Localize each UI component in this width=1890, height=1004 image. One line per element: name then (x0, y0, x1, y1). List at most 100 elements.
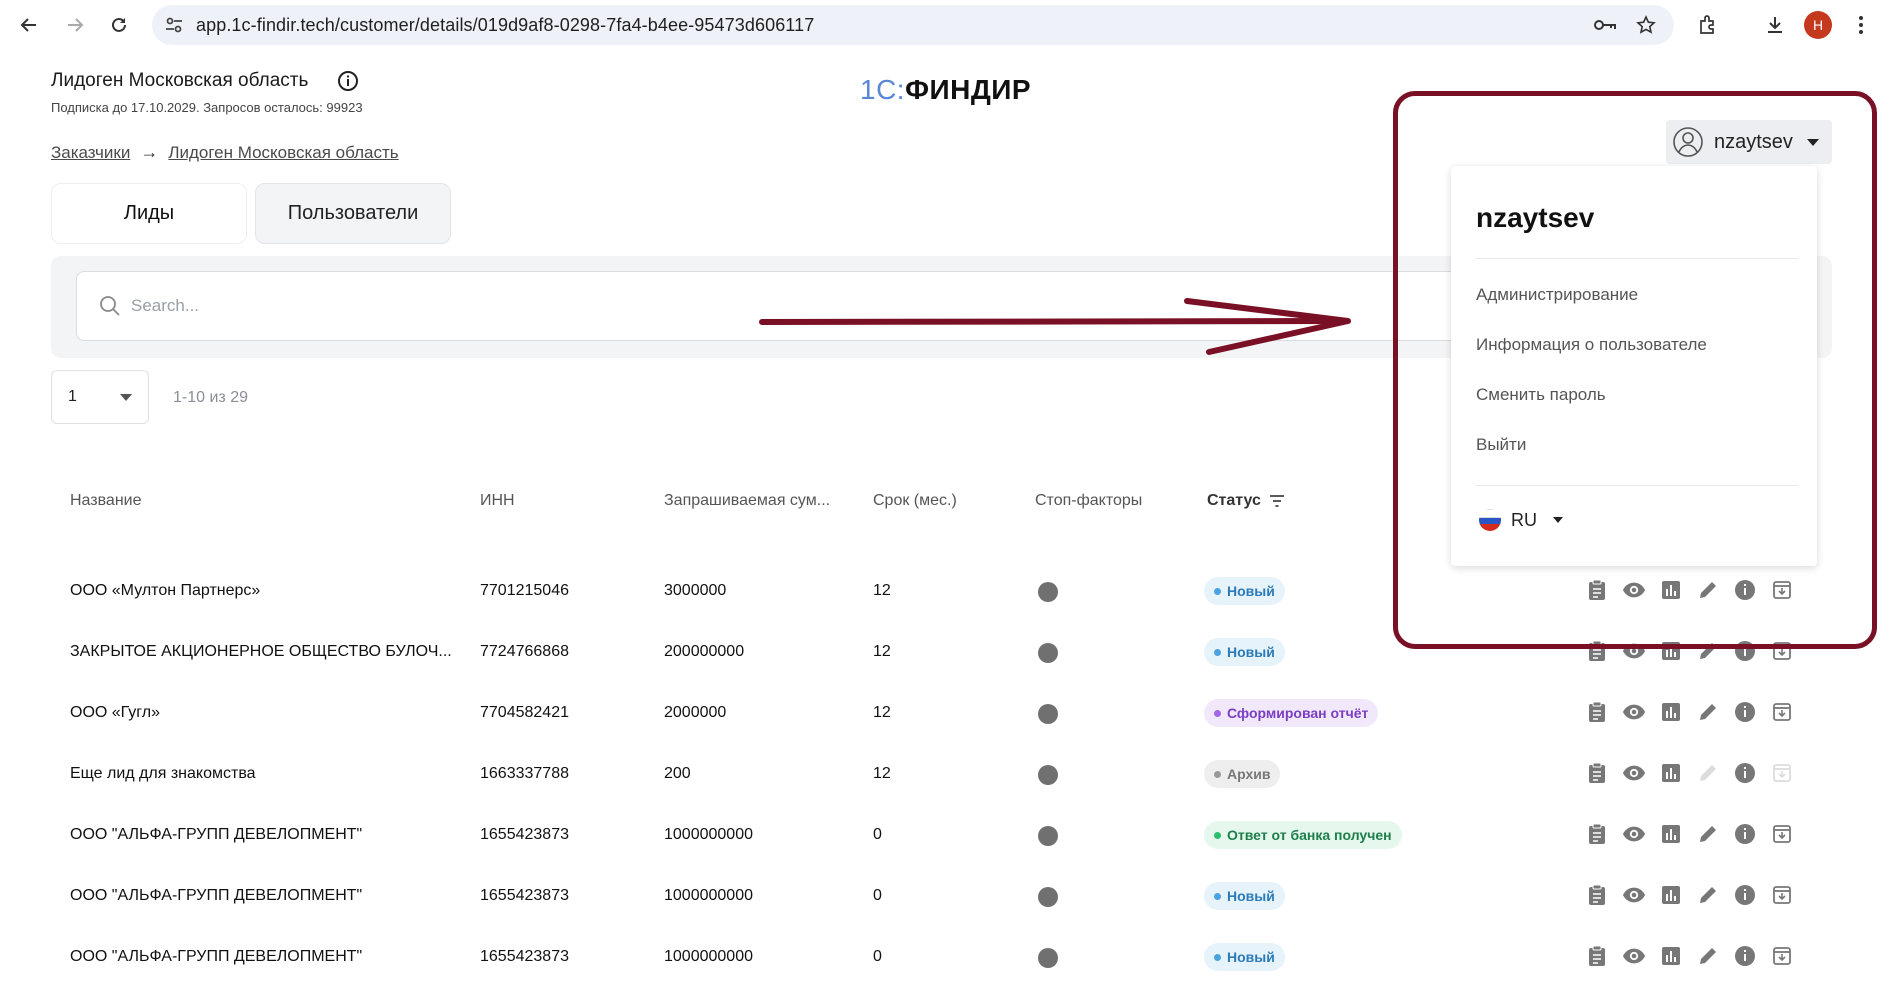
more-menu-icon[interactable] (1846, 10, 1876, 40)
bar-chart-icon[interactable] (1659, 944, 1683, 968)
column-header-status[interactable]: Статус (1207, 492, 1285, 510)
pencil-icon[interactable] (1696, 822, 1720, 846)
clipboard-icon[interactable] (1585, 700, 1609, 724)
tab-leads[interactable]: Лиды (51, 183, 247, 244)
cell-sum: 1000000000 (664, 887, 753, 904)
reload-icon[interactable] (104, 10, 134, 40)
bar-chart-icon[interactable] (1659, 822, 1683, 846)
info-icon[interactable] (1733, 761, 1757, 785)
cell-term: 0 (873, 948, 882, 965)
row-actions (1585, 822, 1794, 846)
eye-icon[interactable] (1622, 700, 1646, 724)
cell-name: ЗАКРЫТОЕ АКЦИОНЕРНОЕ ОБЩЕСТВО БУЛОЧ... (70, 643, 452, 660)
status-badge: Архив (1204, 760, 1281, 788)
cell-term: 12 (873, 765, 891, 782)
tab-users[interactable]: Пользователи (255, 183, 451, 244)
password-key-icon[interactable] (1594, 18, 1616, 37)
cell-inn: 1663337788 (480, 765, 569, 782)
site-settings-icon[interactable] (164, 15, 184, 40)
info-icon[interactable] (1733, 700, 1757, 724)
column-header-inn[interactable]: ИНН (480, 492, 515, 510)
cell-name: ООО "АЛЬФА-ГРУПП ДЕВЕЛОПМЕНТ" (70, 826, 363, 843)
column-header-stop-factors[interactable]: Стоп-факторы (1035, 492, 1142, 510)
eye-icon[interactable] (1622, 883, 1646, 907)
info-icon[interactable] (1733, 822, 1757, 846)
bookmark-star-icon[interactable] (1636, 15, 1656, 40)
breadcrumb-customers-link[interactable]: Заказчики (51, 143, 130, 163)
profile-avatar[interactable]: Н (1804, 11, 1832, 39)
eye-icon[interactable] (1622, 944, 1646, 968)
cell-name: ООО «Мултон Партнерс» (70, 582, 261, 599)
bar-chart-icon[interactable] (1659, 883, 1683, 907)
archive-icon[interactable] (1770, 944, 1794, 968)
page-size-select[interactable]: 1 (51, 370, 149, 424)
download-icon[interactable] (1760, 10, 1790, 40)
bar-chart-icon[interactable] (1659, 761, 1683, 785)
forward-icon[interactable] (60, 10, 90, 40)
cell-inn: 7704582421 (480, 704, 569, 721)
clipboard-icon[interactable] (1585, 944, 1609, 968)
status-dot (1214, 648, 1221, 656)
eye-icon[interactable] (1622, 822, 1646, 846)
info-icon[interactable] (1733, 883, 1757, 907)
pencil-icon[interactable] (1696, 700, 1720, 724)
bar-chart-icon[interactable] (1659, 700, 1683, 724)
address-bar[interactable]: app.1c-findir.tech/customer/details/019d… (152, 5, 1674, 45)
breadcrumb-current-link[interactable]: Лидоген Московская область (168, 143, 398, 163)
logo-1c: 1С: (860, 74, 906, 105)
stop-factor-indicator (1038, 948, 1058, 968)
column-header-sum[interactable]: Запрашиваемая сум... (664, 492, 830, 510)
status-dot (1214, 831, 1221, 839)
info-icon[interactable] (337, 70, 359, 97)
status-badge: Сформирован отчёт (1204, 699, 1379, 727)
breadcrumb-arrow: → (140, 142, 159, 162)
archive-icon[interactable] (1770, 883, 1794, 907)
archive-icon[interactable] (1770, 761, 1794, 785)
clipboard-icon[interactable] (1585, 822, 1609, 846)
table-row[interactable]: Еще лид для знакомства 1663337788 200 12 Арх… (51, 745, 1832, 806)
row-actions (1585, 883, 1794, 907)
table-row[interactable]: ООО "АЛЬФА-ГРУПП ДЕВЕЛОПМЕНТ" 1655423873 1… (51, 806, 1832, 867)
archive-icon[interactable] (1770, 700, 1794, 724)
stop-factor-indicator (1038, 643, 1058, 663)
tabs: Лиды Пользователи (51, 183, 451, 244)
cell-term: 12 (873, 704, 891, 721)
stop-factor-indicator (1038, 582, 1058, 602)
status-label: Сформирован отчёт (1227, 705, 1369, 721)
cell-term: 0 (873, 887, 882, 904)
search-input[interactable] (131, 290, 931, 322)
extensions-icon[interactable] (1692, 10, 1722, 40)
cell-name: ООО «Гугл» (70, 704, 160, 721)
stop-factor-indicator (1038, 826, 1058, 846)
cell-sum: 200 (664, 765, 691, 782)
archive-icon[interactable] (1770, 822, 1794, 846)
table-row[interactable]: ООО "АЛЬФА-ГРУПП ДЕВЕЛОПМЕНТ" 1655423873 1… (51, 867, 1832, 928)
row-actions (1585, 944, 1794, 968)
column-header-term[interactable]: Срок (мес.) (873, 492, 957, 510)
clipboard-icon[interactable] (1585, 883, 1609, 907)
table-row[interactable]: ООО "АЛЬФА-ГРУПП ДЕВЕЛОПМЕНТ" 1655423873 1… (51, 928, 1832, 989)
status-dot (1214, 953, 1221, 961)
pencil-icon[interactable] (1696, 883, 1720, 907)
info-icon[interactable] (1733, 944, 1757, 968)
row-actions (1585, 761, 1794, 785)
cell-name: Еще лид для знакомства (70, 765, 256, 782)
logo[interactable]: 1С:ФИНДИР (860, 74, 1031, 106)
cell-inn: 7701215046 (480, 582, 569, 599)
pencil-icon[interactable] (1696, 944, 1720, 968)
back-icon[interactable] (14, 10, 44, 40)
filter-icon[interactable] (1269, 495, 1285, 507)
search-icon (99, 295, 121, 322)
cell-sum: 3000000 (664, 582, 727, 599)
table-row[interactable]: ООО «Гугл» 7704582421 2000000 12 Сформирован… (51, 684, 1832, 745)
chevron-down-icon (120, 394, 132, 401)
pencil-icon[interactable] (1696, 761, 1720, 785)
cell-sum: 1000000000 (664, 826, 753, 843)
column-header-name[interactable]: Название (70, 492, 142, 510)
clipboard-icon[interactable] (1585, 761, 1609, 785)
eye-icon[interactable] (1622, 761, 1646, 785)
status-badge: Новый (1204, 943, 1285, 971)
status-label: Новый (1227, 949, 1275, 965)
stop-factor-indicator (1038, 704, 1058, 724)
status-dot (1214, 892, 1221, 900)
